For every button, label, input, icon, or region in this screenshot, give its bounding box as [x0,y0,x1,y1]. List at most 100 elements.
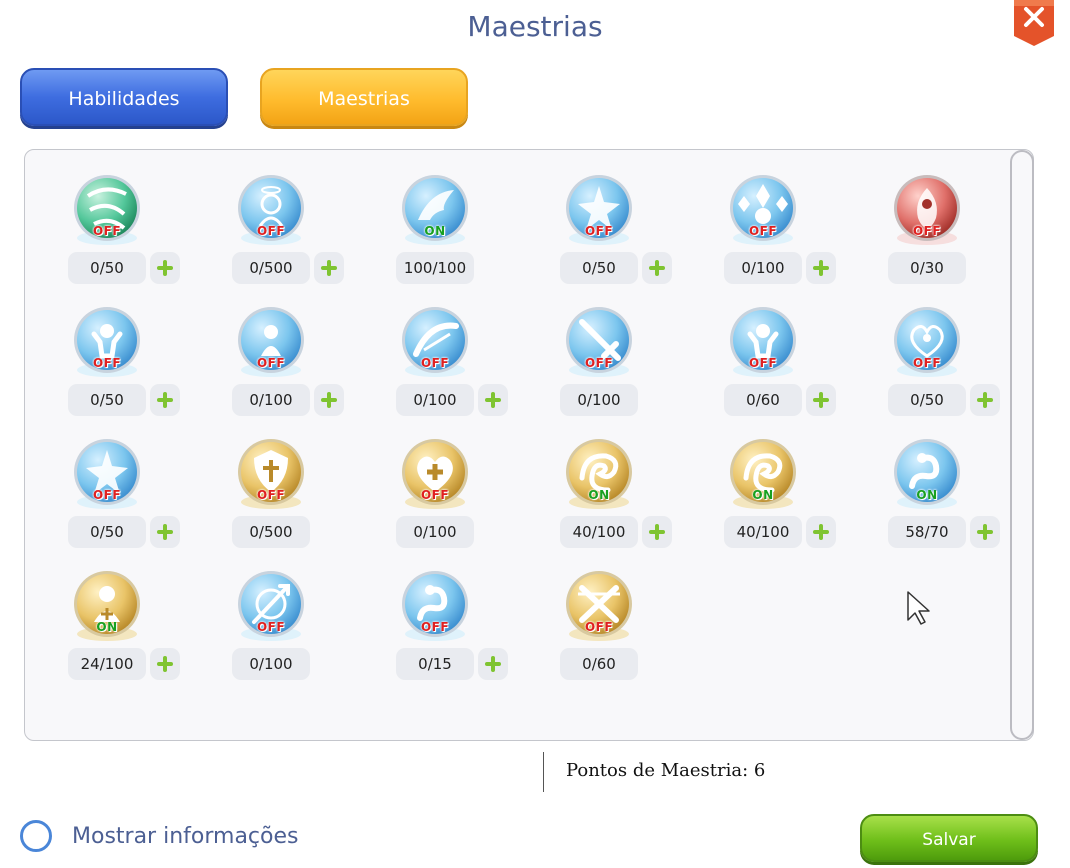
add-point-button[interactable] [478,648,508,680]
status-badge: OFF [748,224,778,238]
mastery-level: 0/60 [724,384,802,416]
mastery-icon-button[interactable]: ON [72,570,142,642]
status-badge: OFF [912,356,942,370]
mastery-level: 0/500 [232,252,310,284]
mastery-icon-button[interactable]: OFF [400,438,470,510]
mastery-icon-button[interactable]: OFF [236,438,306,510]
mastery-level: 0/50 [68,252,146,284]
status-badge: OFF [748,356,778,370]
mastery-icon-button[interactable]: OFF [236,174,306,246]
mastery-icon-button[interactable]: OFF [892,174,962,246]
mastery-level: 0/60 [560,648,638,680]
mastery-level: 0/50 [888,384,966,416]
add-point-button[interactable] [314,252,344,284]
mastery-item: OFF 0/100 [232,570,372,690]
mastery-item: ON 40/100 [724,438,864,558]
mastery-level: 0/100 [396,516,474,548]
mastery-icon-button[interactable]: OFF [236,570,306,642]
add-point-button[interactable] [642,252,672,284]
mastery-icon-button[interactable]: OFF [564,174,634,246]
mastery-item: OFF 0/50 [888,306,1028,426]
status-badge: ON [96,620,118,634]
mastery-item: OFF 0/100 [560,306,700,426]
mastery-item: OFF 0/100 [232,306,372,426]
mastery-item: ON 100/100 [396,174,536,294]
mastery-icon-button[interactable]: OFF [400,570,470,642]
mastery-icon-button[interactable]: OFF [72,174,142,246]
mastery-icon-button[interactable]: OFF [728,306,798,378]
mastery-icon-button[interactable]: OFF [72,306,142,378]
add-point-button[interactable] [806,516,836,548]
status-badge: OFF [420,356,450,370]
mastery-level: 0/100 [560,384,638,416]
mastery-item: OFF 0/15 [396,570,536,690]
mastery-level: 40/100 [724,516,802,548]
mastery-icon-button[interactable]: OFF [564,306,634,378]
mastery-level: 0/100 [724,252,802,284]
status-badge: OFF [92,488,122,502]
mastery-item: OFF 0/30 [888,174,1028,294]
close-button[interactable] [1012,0,1056,46]
status-badge: OFF [584,356,614,370]
status-badge: ON [588,488,610,502]
mastery-item: OFF 0/60 [724,306,864,426]
mastery-level: 0/50 [68,384,146,416]
tab-habilidades[interactable]: Habilidades [20,68,228,126]
add-point-button[interactable] [970,516,1000,548]
mastery-level: 0/500 [232,516,310,548]
mastery-level: 0/100 [232,384,310,416]
mastery-level: 0/100 [396,384,474,416]
mastery-item: OFF 0/100 [396,306,536,426]
mastery-icon-button[interactable]: ON [400,174,470,246]
mastery-icon-button[interactable]: OFF [400,306,470,378]
mastery-level: 0/100 [232,648,310,680]
mastery-level: 58/70 [888,516,966,548]
add-point-button[interactable] [150,384,180,416]
show-info-radio[interactable] [20,820,52,852]
add-point-button[interactable] [150,648,180,680]
tab-maestrias[interactable]: Maestrias [260,68,468,126]
mastery-points: Pontos de Maestria: 6 [566,760,766,781]
status-badge: OFF [256,356,286,370]
add-point-button[interactable] [970,384,1000,416]
mouse-cursor-icon [907,591,930,625]
add-point-button[interactable] [806,252,836,284]
mastery-level: 100/100 [396,252,474,284]
mastery-item: ON 40/100 [560,438,700,558]
add-point-button[interactable] [150,516,180,548]
mastery-level: 0/15 [396,648,474,680]
mastery-item: OFF 0/60 [560,570,700,690]
status-badge: ON [916,488,938,502]
mastery-level: 40/100 [560,516,638,548]
save-button[interactable]: Salvar [860,814,1038,862]
mastery-item: OFF 0/500 [232,174,372,294]
add-point-button[interactable] [314,384,344,416]
divider [543,752,544,792]
mastery-icon-button[interactable]: ON [892,438,962,510]
mastery-item: OFF 0/50 [68,438,208,558]
add-point-button[interactable] [150,252,180,284]
mastery-item: OFF 0/50 [68,306,208,426]
status-badge: OFF [912,224,942,238]
status-badge: OFF [256,224,286,238]
add-point-button[interactable] [642,516,672,548]
mastery-item: ON 24/100 [68,570,208,690]
mastery-icon-button[interactable]: OFF [72,438,142,510]
mastery-icon-button[interactable]: OFF [236,306,306,378]
status-badge: OFF [420,488,450,502]
mastery-item: OFF 0/50 [68,174,208,294]
mastery-icon-button[interactable]: OFF [564,570,634,642]
status-badge: ON [752,488,774,502]
add-point-button[interactable] [478,384,508,416]
show-info-label[interactable]: Mostrar informações [72,824,298,849]
status-badge: OFF [256,488,286,502]
mastery-level: 24/100 [68,648,146,680]
mastery-icon-button[interactable]: OFF [892,306,962,378]
mastery-item: ON 58/70 [888,438,1028,558]
mastery-icon-button[interactable]: ON [564,438,634,510]
mastery-icon-button[interactable]: OFF [728,174,798,246]
status-badge: OFF [584,620,614,634]
mastery-icon-button[interactable]: ON [728,438,798,510]
add-point-button[interactable] [806,384,836,416]
scrollbar[interactable] [1010,150,1034,740]
